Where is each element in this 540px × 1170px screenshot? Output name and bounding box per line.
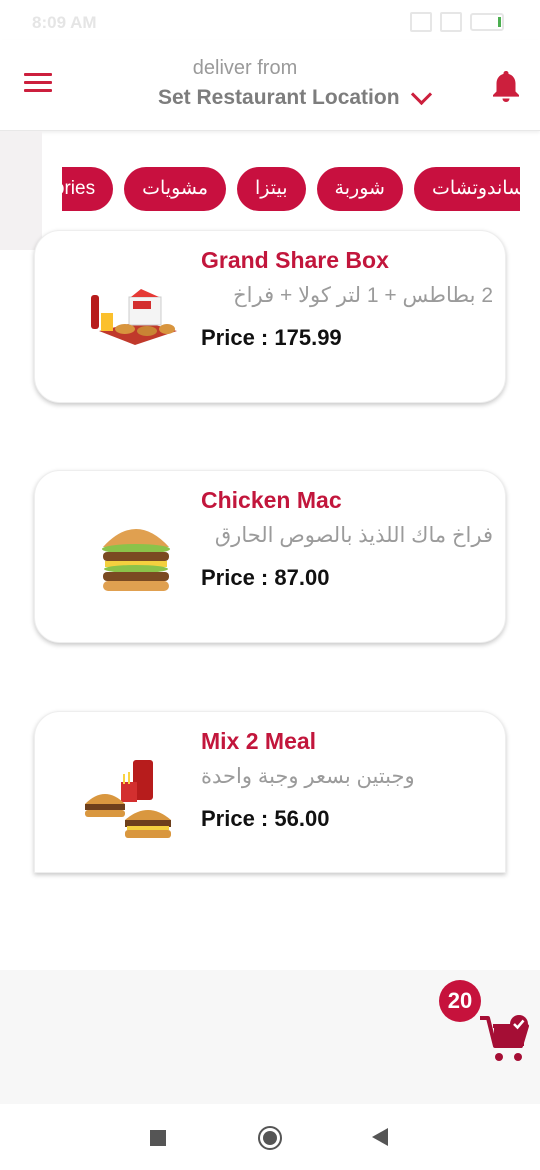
product-title: Mix 2 Meal	[201, 728, 317, 754]
product-card[interactable]: Mix 2 Meal وجبتين بسعر وجبة واحدة Price …	[34, 711, 506, 873]
product-price: Price : 175.99	[201, 325, 342, 350]
product-description: فراخ ماك اللذيذ بالصوص الحارق	[214, 524, 493, 547]
status-time: 8:09 AM	[32, 13, 97, 32]
two-burgers-image	[85, 760, 171, 838]
product-title: Grand Share Box	[201, 247, 389, 273]
battery-icon	[470, 13, 504, 31]
burger-image	[102, 529, 170, 591]
wifi-icon	[440, 12, 462, 32]
product-card[interactable]: Grand Share Box 2 بطاطس + 1 لتر كولا + ف…	[34, 230, 506, 403]
product-price: Price : 56.00	[201, 806, 330, 831]
product-title: Chicken Mac	[201, 487, 342, 513]
system-nav-bar	[0, 1104, 540, 1170]
cart-icon[interactable]	[478, 1010, 532, 1066]
deliver-label: deliver from	[192, 57, 298, 79]
back-icon[interactable]	[372, 1128, 388, 1146]
recents-icon[interactable]	[150, 1130, 166, 1146]
product-price: Price : 87.00	[201, 565, 330, 590]
signal-icon	[410, 12, 432, 32]
product-description: 2 بطاطس + 1 لتر كولا + فراخ	[233, 284, 493, 307]
location-selector[interactable]: Set Restaurant Location	[158, 83, 432, 110]
app-header: deliver from Set Restaurant Location	[0, 40, 540, 131]
product-description: وجبتين بسعر وجبة واحدة	[201, 765, 415, 788]
bell-icon[interactable]	[490, 68, 522, 104]
category-chips: ساندوتشات شوربة بيتزا مشويات categories	[62, 167, 520, 213]
location-text: Set Restaurant Location	[158, 86, 400, 109]
chevron-down-icon	[410, 83, 432, 105]
side-strip	[0, 131, 42, 250]
category-chip[interactable]: بيتزا	[237, 167, 306, 211]
meal-box-image	[91, 289, 177, 345]
home-icon[interactable]	[258, 1126, 282, 1150]
category-chip[interactable]: شوربة	[316, 167, 403, 211]
status-bar: 8:09 AM	[0, 0, 540, 44]
status-icons	[410, 12, 504, 32]
category-chip[interactable]: ساندوتشات	[413, 167, 520, 211]
cart-count-badge: 20	[439, 980, 481, 1022]
category-chip[interactable]: مشويات	[124, 167, 227, 211]
category-chip-all[interactable]: categories	[62, 167, 114, 211]
product-card[interactable]: Chicken Mac فراخ ماك اللذيذ بالصوص الحار…	[34, 470, 506, 643]
